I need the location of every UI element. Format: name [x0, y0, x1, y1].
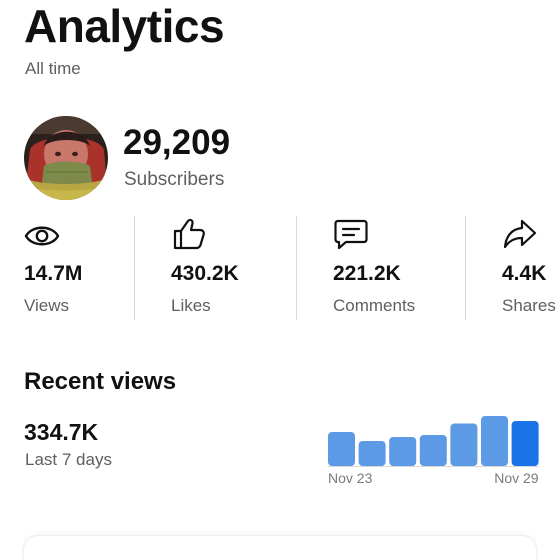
stat-value: 430.2K [171, 262, 239, 285]
analytics-screen: Analytics All time 29,209 Subscribers 14… [0, 0, 560, 560]
recent-views-chart[interactable]: Nov 23 Nov 29 [322, 408, 540, 490]
chart-bar[interactable] [358, 441, 386, 466]
stat-value: 4.4K [502, 262, 547, 285]
stat-label: Views [24, 296, 70, 315]
chart-bar[interactable] [389, 437, 417, 466]
chart-x-label: Nov 23 [328, 470, 373, 486]
stat-views[interactable]: 14.7M Views [24, 216, 82, 315]
page-title: Analytics [24, 0, 225, 52]
share-icon [503, 219, 537, 249]
subscriber-count: 29,209 [123, 123, 231, 162]
period-selector[interactable]: All time [25, 59, 81, 79]
chart-bar[interactable] [328, 432, 355, 466]
chart-bar[interactable] [511, 421, 539, 466]
avatar-image [24, 116, 108, 200]
stat-comments[interactable]: 221.2K Comments [333, 216, 415, 315]
next-card[interactable] [24, 536, 536, 560]
stat-label: Shares [502, 296, 556, 315]
comment-icon [334, 219, 368, 250]
recent-views-value: 334.7K [24, 419, 99, 445]
avatar[interactable] [24, 116, 108, 200]
divider [465, 216, 466, 320]
chart-bar[interactable] [481, 416, 508, 466]
thumbs-up-icon [173, 218, 205, 250]
divider [134, 216, 135, 320]
chart-x-label: Nov 29 [494, 470, 539, 486]
chart-bar[interactable] [450, 423, 478, 467]
eye-icon [24, 226, 60, 246]
bar-chart: Nov 23 Nov 29 [328, 416, 539, 486]
stat-value: 14.7M [24, 262, 83, 285]
divider [296, 216, 297, 320]
subscriber-label: Subscribers [124, 169, 225, 190]
stat-label: Comments [333, 296, 416, 315]
stat-shares[interactable]: 4.4K Shares [502, 216, 556, 315]
stat-label: Likes [171, 296, 211, 315]
recent-views-period: Last 7 days [25, 450, 112, 469]
stat-likes[interactable]: 430.2K Likes [171, 216, 239, 315]
stat-value: 221.2K [333, 262, 401, 285]
recent-views-heading: Recent views [24, 368, 177, 395]
chart-bar[interactable] [419, 435, 447, 466]
